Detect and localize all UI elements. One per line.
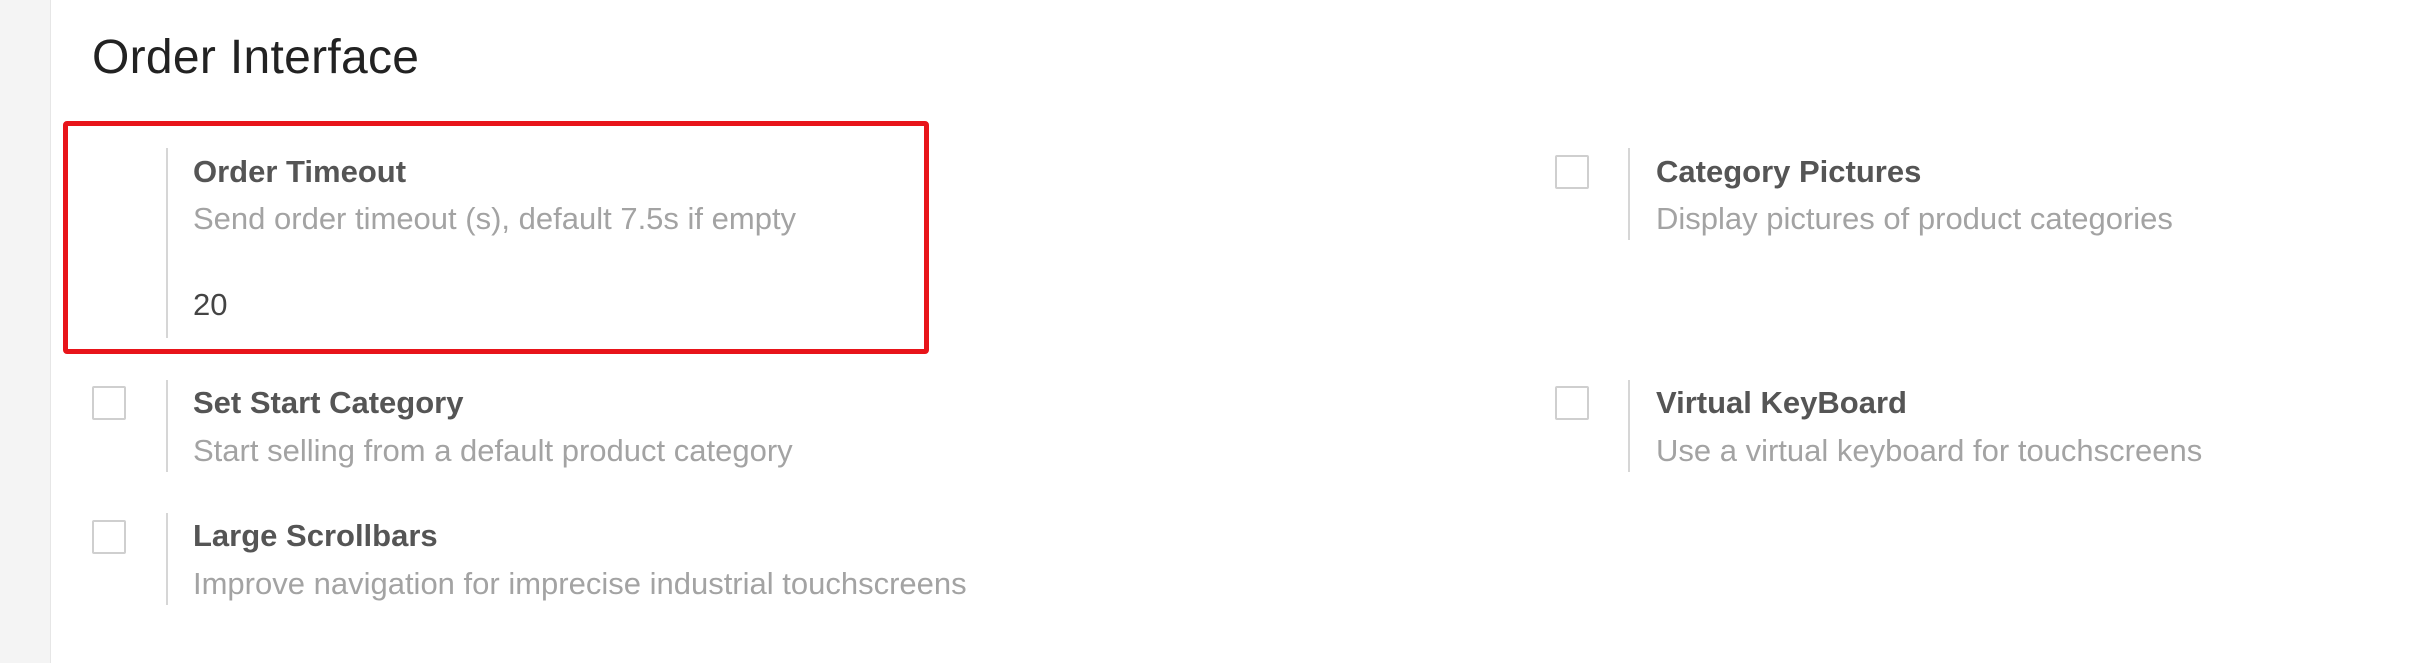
order-timeout-label: Order Timeout [193, 154, 407, 189]
set-start-category-label: Set Start Category [193, 385, 464, 420]
setting-divider [1628, 148, 1630, 240]
set-start-category-checkbox[interactable] [92, 386, 126, 420]
large-scrollbars-description: Improve navigation for imprecise industr… [193, 566, 967, 601]
setting-divider [166, 380, 168, 472]
setting-divider [166, 513, 168, 605]
category-pictures-checkbox[interactable] [1555, 155, 1589, 189]
virtual-keyboard-label: Virtual KeyBoard [1656, 385, 1907, 420]
virtual-keyboard-checkbox[interactable] [1555, 386, 1589, 420]
category-pictures-label: Category Pictures [1656, 154, 1922, 189]
set-start-category-description: Start selling from a default product cat… [193, 433, 793, 468]
category-pictures-description: Display pictures of product categories [1656, 201, 2173, 236]
section-title: Order Interface [92, 31, 420, 84]
virtual-keyboard-description: Use a virtual keyboard for touchscreens [1656, 433, 2203, 468]
setting-divider [166, 148, 168, 338]
settings-sheet [50, 0, 2424, 663]
setting-divider [1628, 380, 1630, 472]
order-timeout-input[interactable] [193, 285, 493, 325]
large-scrollbars-label: Large Scrollbars [193, 518, 438, 553]
order-timeout-description: Send order timeout (s), default 7.5s if … [193, 201, 797, 236]
large-scrollbars-checkbox[interactable] [92, 520, 126, 554]
